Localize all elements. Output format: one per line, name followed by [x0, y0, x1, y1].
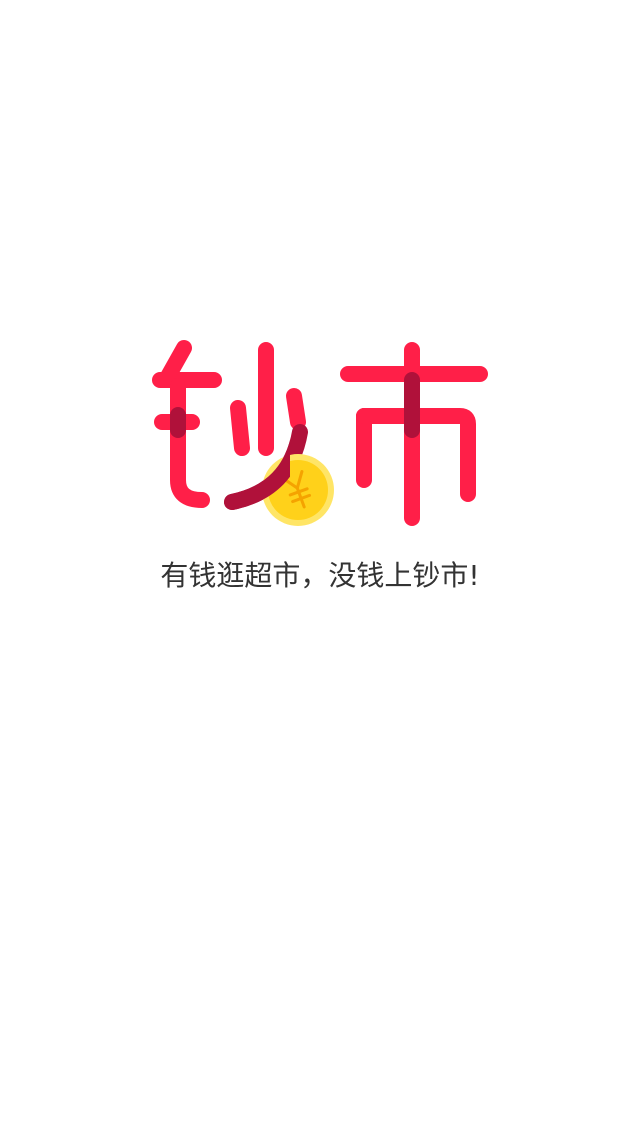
- logo-stroke: [286, 388, 306, 430]
- splash-screen: 有钱逛超市，没钱上钞市!: [0, 0, 640, 1136]
- slogan-text: 有钱逛超市，没钱上钞市!: [160, 559, 480, 592]
- logo-stroke: [170, 378, 210, 508]
- logo-stroke: [230, 400, 250, 456]
- app-logo: [152, 340, 488, 526]
